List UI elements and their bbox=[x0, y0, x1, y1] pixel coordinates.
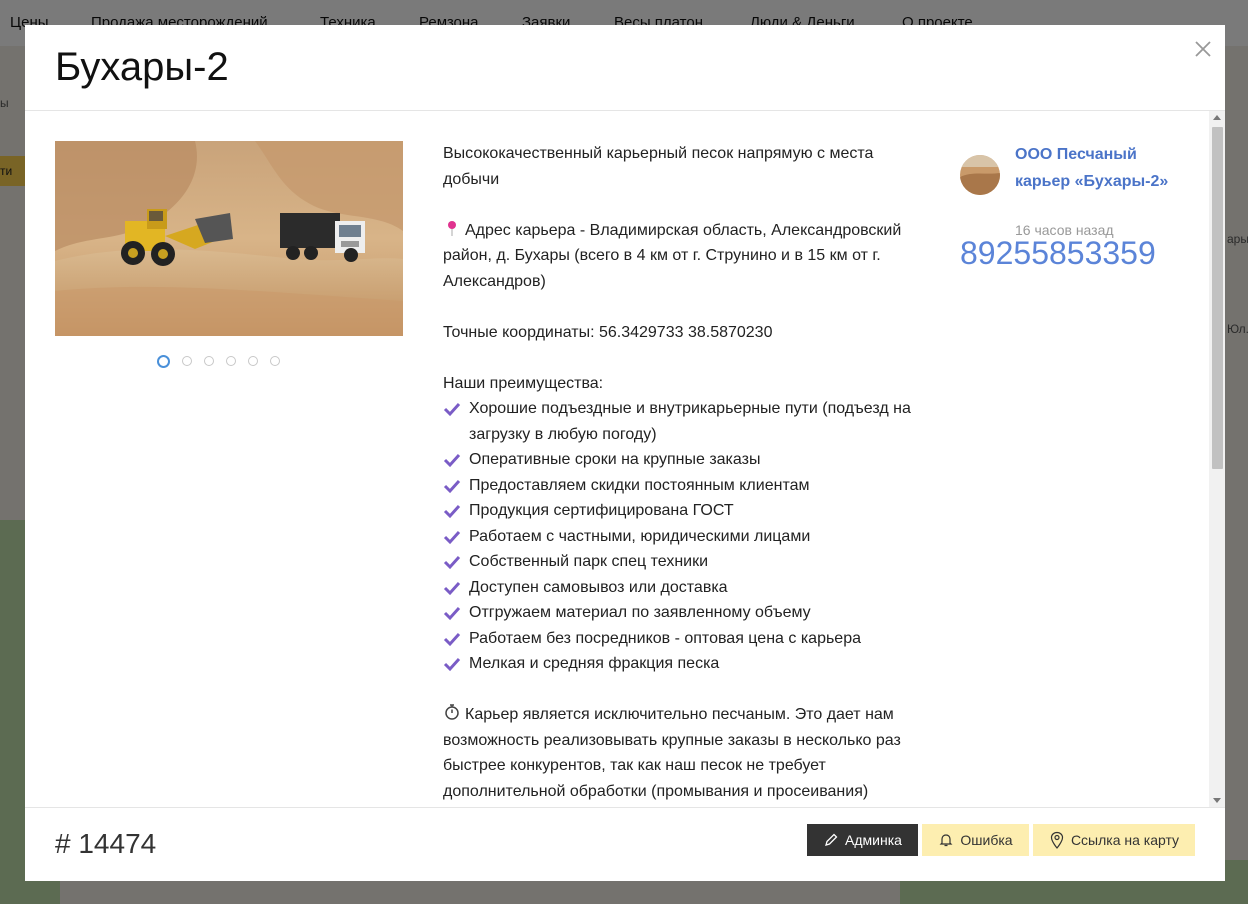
post-id: # 14474 bbox=[55, 828, 157, 859]
location-pin-icon bbox=[1049, 831, 1065, 849]
advantage-text: Хорошие подъездные и внутрикарьерные пут… bbox=[469, 400, 911, 443]
stopwatch-icon bbox=[443, 703, 461, 721]
modal-header: Бухары-2 bbox=[25, 25, 1225, 111]
close-icon[interactable] bbox=[1191, 37, 1215, 61]
check-icon bbox=[443, 581, 461, 595]
scroll-down-icon[interactable] bbox=[1213, 798, 1221, 803]
report-error-button[interactable]: Ошибка bbox=[922, 824, 1029, 856]
modal-title: Бухары-2 bbox=[55, 45, 229, 89]
modal-footer: # 14474 Админка Ошибка Ссылка на карту bbox=[25, 807, 1225, 882]
list-item: Работаем с частными, юридическими лицами bbox=[443, 524, 923, 550]
advantage-text: Предоставляем скидки постоянным клиентам bbox=[469, 476, 810, 494]
pencil-icon bbox=[823, 832, 839, 848]
check-icon bbox=[443, 530, 461, 544]
list-item: Хорошие подъездные и внутрикарьерные пут… bbox=[443, 396, 923, 447]
list-item: Доступен самовывоз или доставка bbox=[443, 575, 923, 601]
check-icon bbox=[443, 402, 461, 417]
quarry-photo[interactable] bbox=[55, 141, 403, 336]
list-item: Оперативные сроки на крупные заказы bbox=[443, 447, 923, 473]
bell-icon bbox=[938, 832, 954, 848]
gallery-dot[interactable] bbox=[157, 355, 170, 368]
description-closing: Карьер является исключительно песчаным. … bbox=[443, 702, 923, 804]
list-item: Предоставляем скидки постоянным клиентам bbox=[443, 473, 923, 499]
gallery-dot[interactable] bbox=[270, 356, 280, 366]
advantages-heading: Наши преимущества: bbox=[443, 374, 604, 392]
list-item: Собственный парк спец техники bbox=[443, 549, 923, 575]
scroll-up-icon[interactable] bbox=[1213, 115, 1221, 120]
map-button-label: Ссылка на карту bbox=[1070, 832, 1180, 848]
description-coordinates: Точные координаты: 56.3429733 38.5870230 bbox=[443, 323, 773, 341]
list-item: Мелкая и средняя фракция песка bbox=[443, 651, 923, 677]
check-icon bbox=[443, 453, 461, 468]
map-link-button[interactable]: Ссылка на карту bbox=[1033, 824, 1195, 856]
listing-modal: Бухары-2 Высококачественный карьерный пе… bbox=[25, 25, 1225, 881]
gallery-dot[interactable] bbox=[248, 356, 258, 366]
modal-body[interactable]: Высококачественный карьерный песок напря… bbox=[25, 111, 1209, 807]
advantage-text: Доступен самовывоз или доставка bbox=[469, 578, 728, 596]
gallery-dots bbox=[157, 355, 280, 370]
listing-description: Высококачественный карьерный песок напря… bbox=[443, 141, 923, 804]
gallery-dot[interactable] bbox=[226, 356, 236, 366]
advantage-text: Собственный парк спец техники bbox=[469, 553, 709, 570]
admin-button-label: Админка bbox=[845, 832, 902, 848]
list-item: Продукция сертифицирована ГОСТ bbox=[443, 498, 923, 524]
closing-text: Карьер является исключительно песчаным. … bbox=[443, 706, 901, 800]
check-icon bbox=[443, 632, 461, 646]
avatar[interactable] bbox=[960, 155, 1000, 195]
address-text: Адрес карьера - Владимирская область, Ал… bbox=[443, 221, 902, 290]
admin-button[interactable]: Админка bbox=[807, 824, 918, 856]
check-icon bbox=[443, 504, 461, 519]
advantage-text: Мелкая и средняя фракция песка bbox=[469, 655, 720, 672]
advantage-text: Работаем без посредников - оптовая цена … bbox=[469, 629, 861, 647]
gallery-dot[interactable] bbox=[182, 356, 192, 366]
check-icon bbox=[443, 606, 461, 621]
advantage-text: Работаем с частными, юридическими лицами bbox=[469, 527, 811, 545]
check-icon bbox=[443, 657, 461, 672]
scroll-thumb[interactable] bbox=[1212, 127, 1223, 469]
check-icon bbox=[443, 555, 461, 570]
list-item: Работаем без посредников - оптовая цена … bbox=[443, 626, 923, 652]
map-pin-icon bbox=[443, 219, 461, 237]
list-item: Отгружаем материал по заявленному объему bbox=[443, 600, 923, 626]
advantage-text: Оперативные сроки на крупные заказы bbox=[469, 451, 761, 468]
check-icon bbox=[443, 479, 461, 493]
error-button-label: Ошибка bbox=[960, 832, 1013, 848]
advantage-text: Отгружаем материал по заявленному объему bbox=[469, 604, 811, 621]
advantages-list: Хорошие подъездные и внутрикарьерные пут… bbox=[443, 396, 923, 677]
description-address: Адрес карьера - Владимирская область, Ал… bbox=[443, 218, 923, 295]
phone-number[interactable]: 89255853359 bbox=[960, 235, 1156, 272]
scrollbar[interactable] bbox=[1209, 111, 1225, 807]
gallery-dot[interactable] bbox=[204, 356, 214, 366]
seller-name-link[interactable]: ООО Песчаный карьер «Бухары-2» bbox=[1015, 141, 1195, 195]
description-intro: Высококачественный карьерный песок напря… bbox=[443, 145, 874, 188]
advantage-text: Продукция сертифицирована ГОСТ bbox=[469, 502, 734, 519]
